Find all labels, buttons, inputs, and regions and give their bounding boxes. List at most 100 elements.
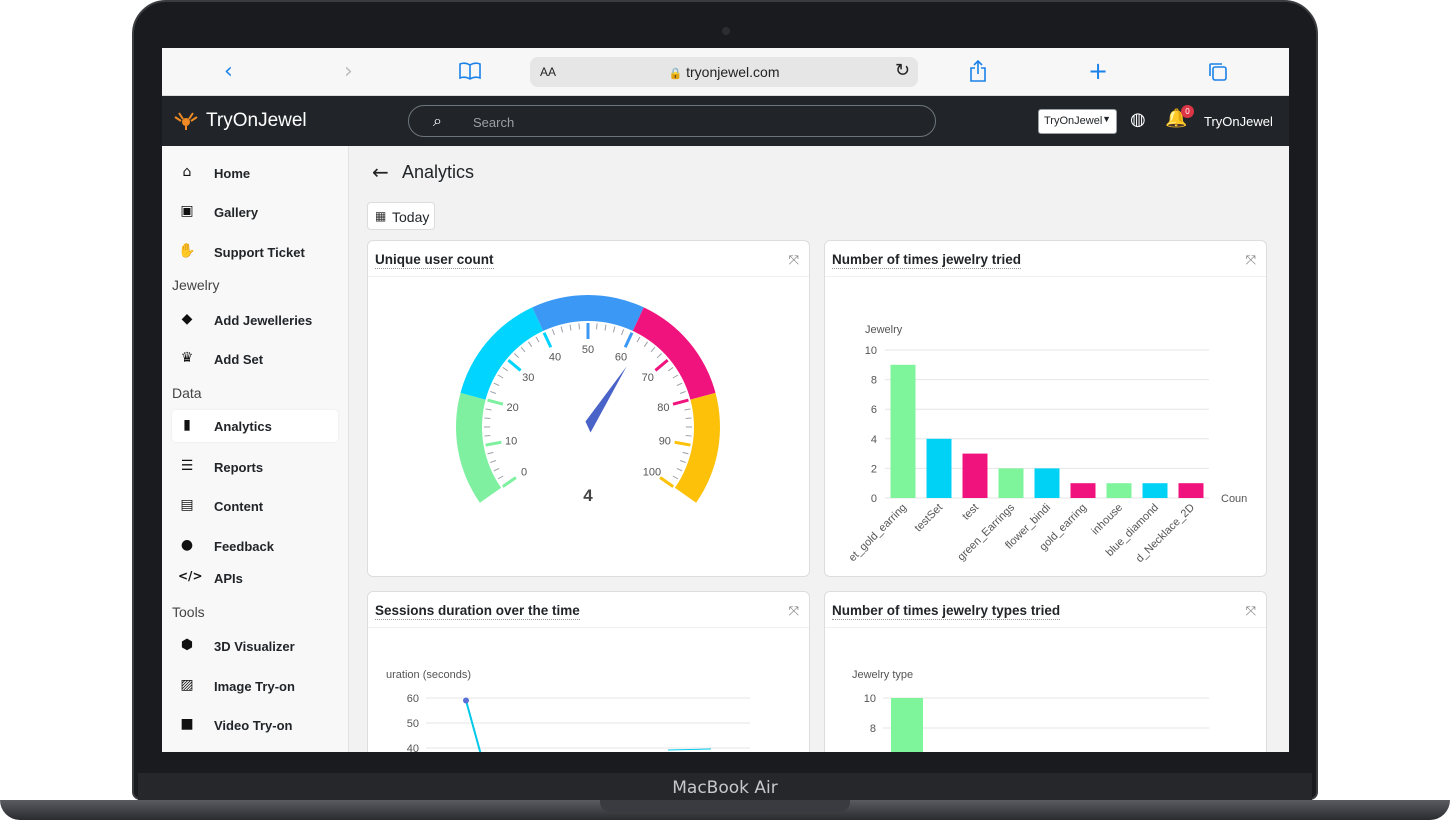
y-tick-label: 2: [871, 463, 877, 475]
series-line: [465, 700, 482, 752]
sidebar-item-reports[interactable]: ☰ Reports: [172, 451, 338, 483]
types-bar-chart: Jewelry type 10 8: [852, 669, 1209, 752]
globe-icon[interactable]: ◍: [1130, 109, 1146, 130]
card-unique-users: Unique user count ⤧ 0 10 20 30 40 50 60 70 80 90 1…: [367, 240, 810, 577]
gauge-minor-tick: [578, 323, 580, 330]
share-icon[interactable]: [969, 60, 987, 82]
store-select[interactable]: TryOnJewel ▼: [1038, 109, 1117, 134]
sidebar-item-label: Reports: [214, 460, 264, 475]
gauge-minor-tick: [493, 467, 500, 472]
sidebar-item-label: Add Set: [214, 352, 264, 367]
sidebar-item-content[interactable]: ▤ Content: [172, 490, 338, 522]
x-tick-label: inhouse: [1089, 502, 1125, 538]
book-icon[interactable]: [459, 62, 481, 80]
bar: [926, 438, 952, 498]
reload-icon[interactable]: ↻: [895, 60, 910, 81]
gauge-minor-tick: [679, 390, 686, 394]
gauge-tick-label: 30: [522, 372, 534, 384]
sidebar-item-label: Support Ticket: [214, 245, 305, 260]
gauge-tick-label: 40: [549, 351, 561, 363]
sidebar-item-label: Video Try-on: [214, 718, 293, 733]
expand-icon[interactable]: ⤧: [789, 253, 799, 268]
gauge-band: [456, 392, 502, 503]
x-tick-label: et_gold_earring: [847, 502, 910, 565]
bar: [962, 453, 988, 498]
caret-down-icon: ▼: [1102, 114, 1111, 124]
search-box: ⌕: [408, 105, 936, 137]
y-tick-label: 8: [870, 723, 876, 735]
sidebar-item-label: Analytics: [214, 419, 272, 434]
gauge-tick-label: 20: [507, 402, 519, 414]
url-value: tryonjewel.com: [686, 64, 780, 80]
sidebar-item-add-set[interactable]: ♛ Add Set: [172, 343, 338, 375]
newspaper-icon: ▤: [180, 497, 194, 513]
sidebar-item-label: APIs: [214, 571, 243, 586]
card-session-duration: Sessions duration over the time ⤧ uratio…: [367, 591, 810, 752]
gauge-minor-tick: [485, 408, 492, 411]
gauge-band: [632, 307, 716, 400]
back-icon[interactable]: ‹: [224, 60, 233, 84]
sidebar-item-apis[interactable]: </> APIs: [172, 562, 338, 594]
tabs-icon[interactable]: [1208, 62, 1228, 82]
gauge-major-tick: [485, 440, 502, 447]
gauge-minor-tick: [612, 326, 616, 333]
page-title: Analytics: [402, 162, 475, 182]
date-filter-button[interactable]: ▦ Today: [367, 202, 435, 230]
gem-icon: ◆: [181, 311, 193, 327]
bar-chart-icon: ▮: [183, 417, 191, 433]
gauge-minor-tick: [684, 408, 691, 411]
gauge-minor-tick: [685, 435, 692, 437]
sidebar-item-analytics[interactable]: ▮ Analytics: [172, 410, 338, 442]
sidebar-item-home[interactable]: ⌂ Home: [172, 157, 338, 189]
expand-icon[interactable]: ⤧: [1246, 604, 1256, 619]
y-axis-title: Jewelry: [865, 324, 903, 336]
user-menu[interactable]: TryOnJewel: [1204, 114, 1273, 129]
gauge-minor-tick: [520, 347, 526, 353]
sidebar-item-support-ticket[interactable]: ✋ Support Ticket: [172, 236, 338, 268]
line-chart-icon: ☰: [180, 458, 194, 474]
sidebar-item-feedback[interactable]: ● Feedback: [172, 530, 338, 562]
gauge-minor-tick: [650, 347, 656, 353]
gauge-minor-tick: [604, 324, 607, 331]
bar: [1034, 468, 1060, 498]
y-tick-label: 50: [407, 718, 419, 730]
brand-name[interactable]: TryOnJewel: [206, 110, 307, 132]
gauge-minor-tick: [487, 451, 494, 455]
sidebar-item-image-try-on[interactable]: ▨ Image Try-on: [172, 670, 338, 702]
sidebar-item-video-try-on[interactable]: ■ Video Try-on: [172, 709, 338, 741]
gauge-major-tick: [542, 332, 553, 348]
sidebar-item-gallery[interactable]: ▣ Gallery: [172, 196, 338, 228]
section-data: Data: [172, 385, 202, 401]
expand-icon[interactable]: ⤧: [789, 604, 799, 619]
gauge-major-tick: [507, 359, 522, 372]
address-bar[interactable]: AA 🔒 tryonjewel.com ↻: [530, 57, 918, 87]
gauge-minor-tick: [682, 451, 689, 455]
sidebar: ⌂ Home ▣ Gallery ✋ Support Ticket Jewelr…: [162, 146, 349, 752]
plus-icon[interactable]: +: [1088, 59, 1108, 83]
gauge-minor-tick: [676, 382, 683, 387]
search-input[interactable]: [473, 113, 893, 131]
gauge-tick-label: 100: [643, 467, 661, 479]
sidebar-item-label: Feedback: [214, 539, 274, 554]
y-axis-title: Jewelry type: [852, 669, 913, 681]
gauge-minor-tick: [685, 417, 692, 419]
bar: [890, 364, 916, 498]
gauge-minor-tick: [497, 475, 504, 480]
bar: [1070, 483, 1096, 498]
sidebar-item-add-jewelleries[interactable]: ◆ Add Jewelleries: [172, 304, 338, 336]
sidebar-item-label: Add Jewelleries: [214, 313, 313, 328]
bar-chart: Jewelry 0 2 4 6 8 10 et_gold_earring testSet test…: [847, 324, 1248, 565]
sidebar-item-3d-visualizer[interactable]: ⬢ 3D Visualizer: [172, 630, 338, 662]
x-axis-title: Coun: [1221, 493, 1247, 505]
back-arrow-icon[interactable]: ←: [372, 160, 389, 184]
gauge-tick-label: 50: [582, 344, 594, 356]
gauge-minor-tick: [643, 341, 649, 348]
forward-icon[interactable]: ›: [344, 60, 353, 84]
gauge-minor-tick: [527, 341, 533, 348]
gauge-minor-tick: [621, 329, 625, 336]
logo-icon: [174, 112, 198, 130]
gauge-minor-tick: [490, 460, 497, 464]
expand-icon[interactable]: ⤧: [1246, 253, 1256, 268]
bar: [1142, 483, 1168, 498]
camera: [722, 27, 730, 35]
